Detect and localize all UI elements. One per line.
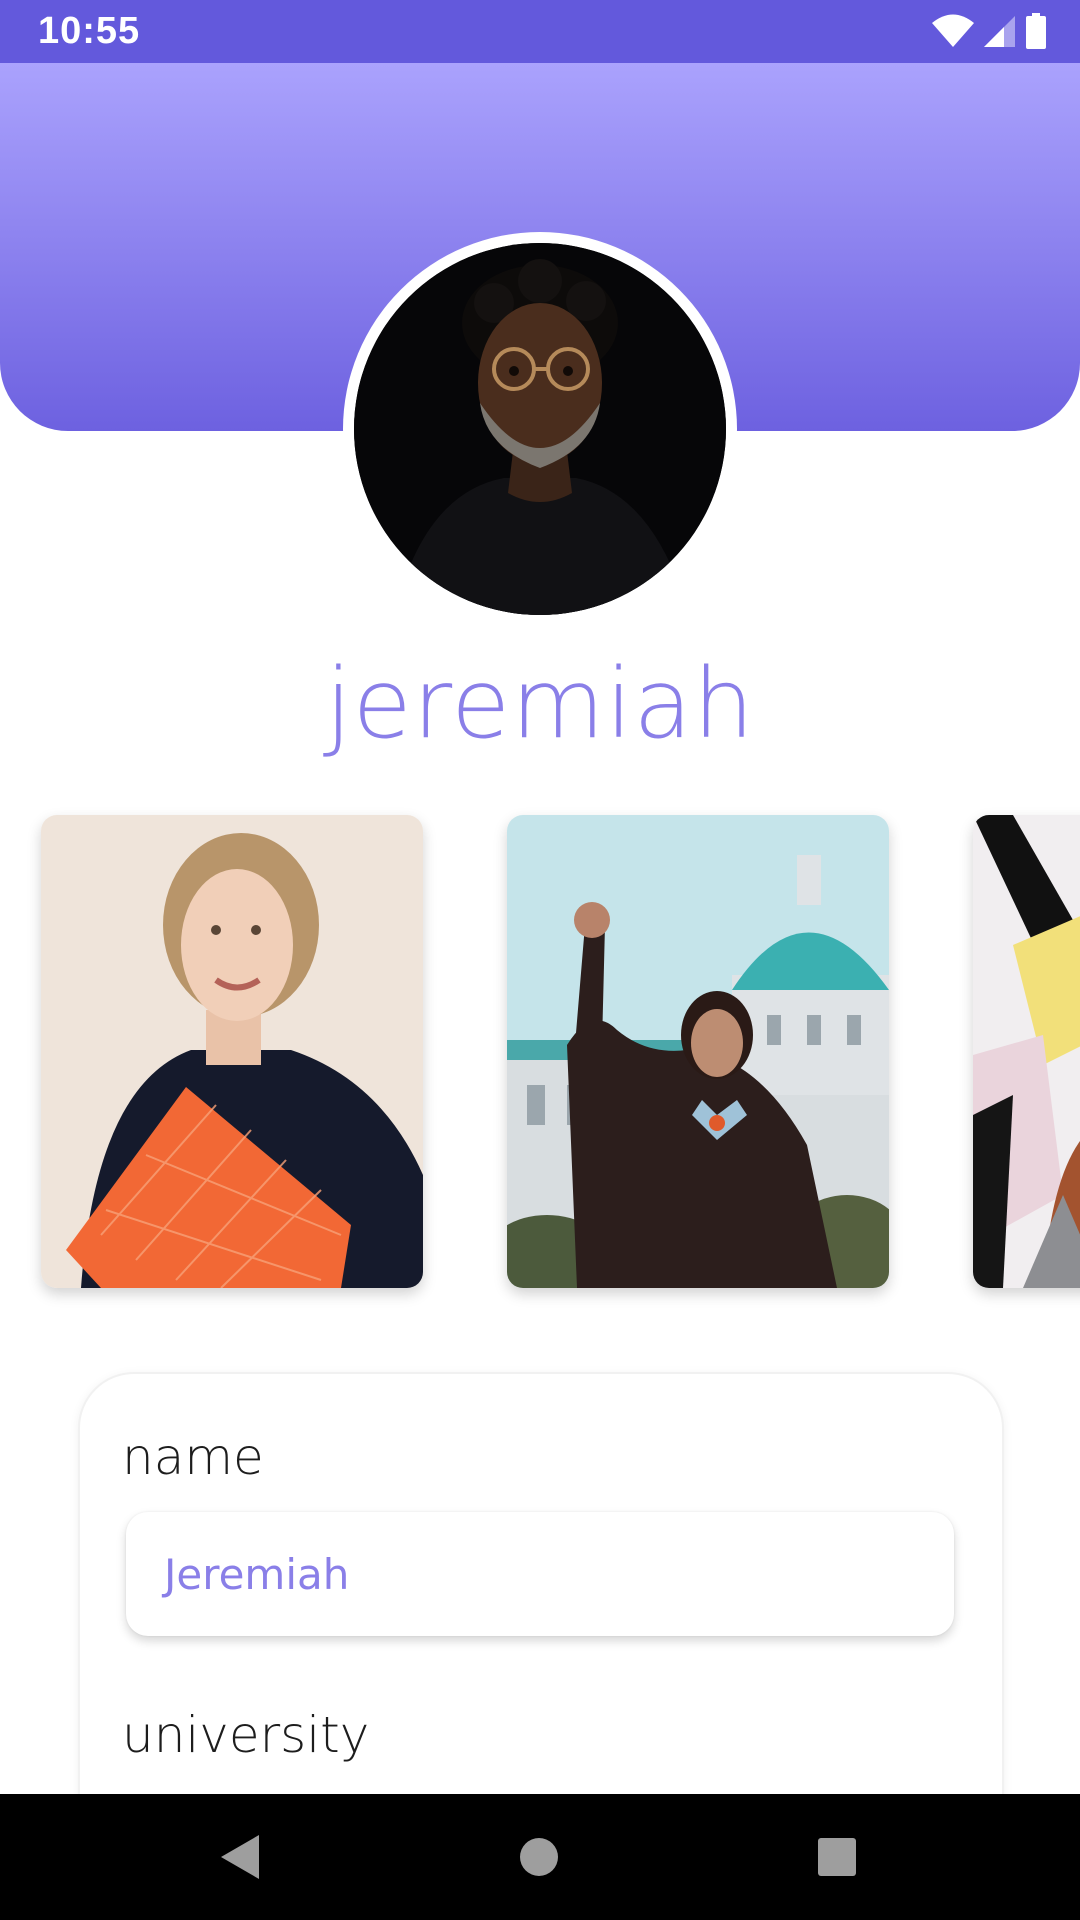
photo-card-graduate[interactable] [507, 815, 889, 1288]
university-field-label: university [122, 1706, 370, 1764]
status-bar: 10:55 [0, 0, 1080, 63]
battery-icon [1026, 13, 1046, 53]
status-time: 10:55 [38, 10, 141, 52]
profile-name: jeremiah [324, 648, 755, 760]
name-field-label: name [122, 1428, 264, 1486]
status-icons [932, 13, 1046, 53]
back-icon[interactable] [206, 1824, 272, 1890]
photo-card-partial[interactable] [973, 815, 1080, 1288]
recents-icon[interactable] [804, 1824, 870, 1890]
cellular-signal-icon [984, 14, 1016, 52]
name-field[interactable]: Jeremiah [126, 1512, 954, 1636]
photo-card-woman-with-folder[interactable] [41, 815, 423, 1288]
avatar[interactable] [354, 243, 726, 615]
system-navigation-bar [0, 1794, 1080, 1920]
profile-screen: 10:55 jeremiah name Jeremiah university [0, 0, 1080, 1920]
home-icon[interactable] [506, 1824, 572, 1890]
wifi-icon [932, 14, 974, 52]
